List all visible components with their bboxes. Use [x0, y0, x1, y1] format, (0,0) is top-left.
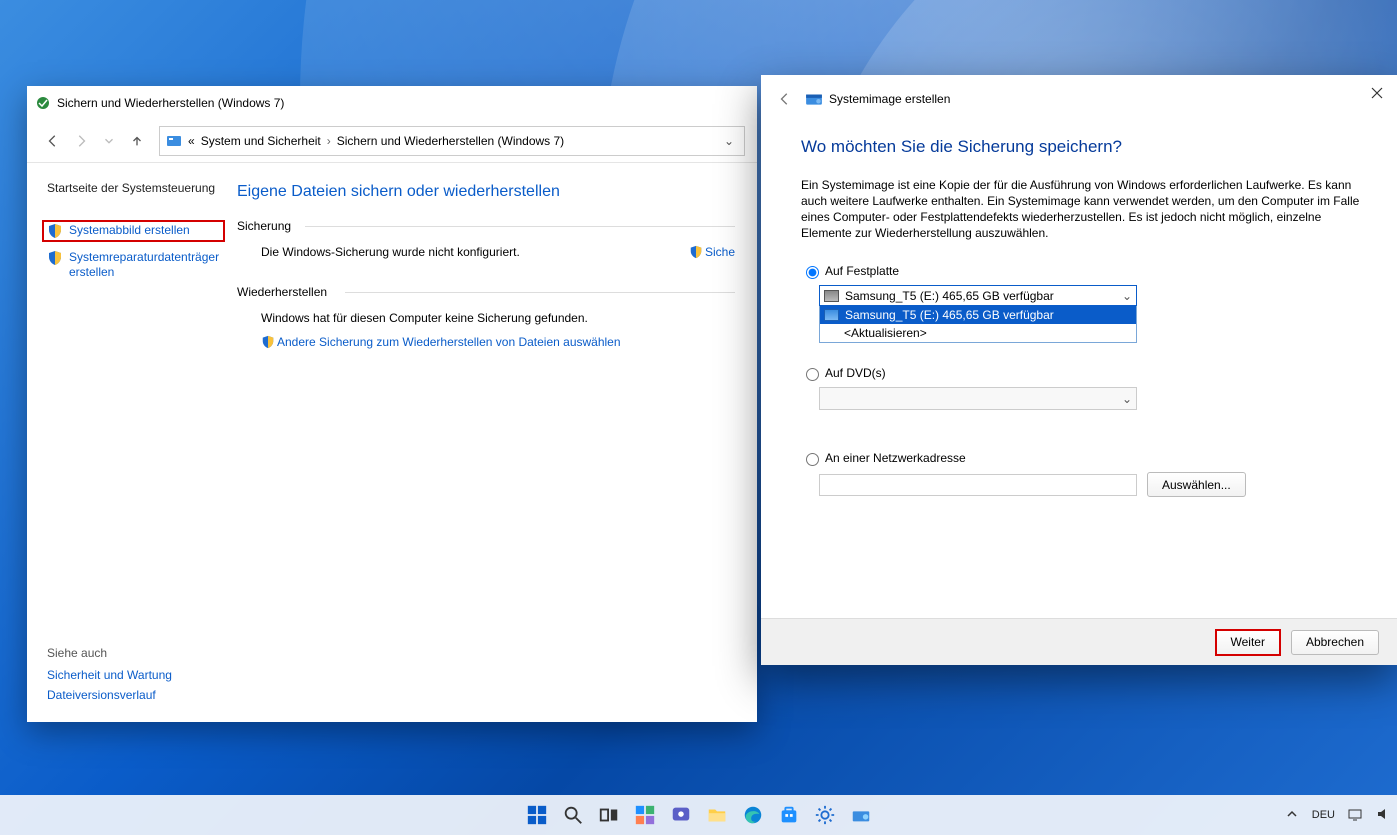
nav-forward-button[interactable]	[67, 127, 95, 155]
see-also-link-1[interactable]: Sicherheit und Wartung	[47, 668, 247, 682]
tray-overflow-button[interactable]	[1284, 806, 1300, 825]
option-network-label: An einer Netzwerkadresse	[825, 451, 966, 465]
browse-button[interactable]: Auswählen...	[1147, 472, 1246, 497]
option-dvd[interactable]: Auf DVD(s)	[801, 365, 1361, 381]
sidebar-create-repair-label: Systemreparaturdatenträger erstellen	[69, 250, 219, 280]
settings-button[interactable]	[812, 802, 838, 828]
sidebar-home-link[interactable]: Startseite der Systemsteuerung	[47, 181, 225, 196]
control-panel-window: Sichern und Wiederherstellen (Windows 7)…	[27, 86, 757, 722]
taskbar-center	[524, 802, 874, 828]
cancel-button-label: Abbrechen	[1306, 635, 1364, 649]
option-harddisk[interactable]: Auf Festplatte	[801, 263, 1361, 279]
harddisk-combo-value: Samsung_T5 (E:) 465,65 GB verfügbar	[845, 289, 1054, 303]
create-system-image-wizard: Systemimage erstellen Wo möchten Sie die…	[761, 75, 1397, 665]
sidebar-create-image-label: Systemabbild erstellen	[69, 223, 190, 238]
task-view-button[interactable]	[596, 802, 622, 828]
nav-back-button[interactable]	[39, 127, 67, 155]
chevron-down-icon: ⌄	[1122, 392, 1132, 406]
main-content: Eigene Dateien sichern oder wiederherste…	[237, 163, 757, 723]
wizard-footer: Weiter Abbrechen	[761, 618, 1397, 665]
group-restore-label: Wiederherstellen	[237, 285, 735, 299]
combo-item-drive[interactable]: Samsung_T5 (E:) 465,65 GB verfügbar	[820, 306, 1136, 324]
setup-backup-link[interactable]: Siche	[689, 245, 735, 259]
widgets-button[interactable]	[632, 802, 658, 828]
breadcrumb-segment-1[interactable]: System und Sicherheit	[201, 134, 321, 148]
nav-up-button[interactable]	[123, 127, 151, 155]
harddisk-combo[interactable]: Samsung_T5 (E:) 465,65 GB verfügbar ⌄	[819, 285, 1137, 306]
option-dvd-radio[interactable]	[806, 368, 819, 381]
store-button[interactable]	[776, 802, 802, 828]
see-also-section: Siehe auch Sicherheit und Wartung Dateiv…	[47, 646, 247, 708]
see-also-header: Siehe auch	[47, 646, 247, 660]
shield-icon	[47, 223, 63, 239]
see-also-link-2[interactable]: Dateiversionsverlauf	[47, 688, 247, 702]
nav-toolbar: « System und Sicherheit › Sichern und Wi…	[27, 119, 757, 163]
option-harddisk-radio[interactable]	[806, 266, 819, 279]
control-panel-icon	[166, 133, 182, 149]
wizard-heading: Wo möchten Sie die Sicherung speichern?	[801, 137, 1361, 157]
shield-icon	[689, 245, 703, 259]
address-bar[interactable]: « System und Sicherheit › Sichern und Wi…	[159, 126, 745, 156]
group-backup-label: Sicherung	[237, 219, 735, 233]
window-title: Sichern und Wiederherstellen (Windows 7)	[57, 96, 284, 110]
option-network[interactable]: An einer Netzwerkadresse	[801, 450, 1361, 466]
dvd-combo[interactable]: ⌄	[819, 387, 1137, 410]
harddisk-combo-list: Samsung_T5 (E:) 465,65 GB verfügbar <Akt…	[819, 306, 1137, 343]
next-button[interactable]: Weiter	[1215, 629, 1281, 656]
sidebar-home-label: Startseite der Systemsteuerung	[47, 181, 215, 196]
close-button[interactable]	[1363, 81, 1391, 105]
drive-icon	[824, 290, 839, 302]
window-titlebar[interactable]: Sichern und Wiederherstellen (Windows 7)	[27, 86, 757, 119]
combo-item-drive-label: Samsung_T5 (E:) 465,65 GB verfügbar	[845, 308, 1054, 322]
tray-network-icon[interactable]	[1347, 806, 1363, 825]
language-indicator[interactable]: DEU	[1312, 809, 1335, 821]
backup-status-text: Die Windows-Sicherung wurde nicht konfig…	[261, 245, 520, 259]
choose-other-backup-label: Andere Sicherung zum Wiederherstellen vo…	[277, 335, 621, 349]
shield-icon	[261, 335, 275, 349]
backup-app-button[interactable]	[848, 802, 874, 828]
search-button[interactable]	[560, 802, 586, 828]
setup-backup-label: Siche	[705, 245, 735, 259]
wizard-back-button[interactable]	[775, 89, 795, 109]
restore-status-text: Windows hat für diesen Computer keine Si…	[261, 311, 735, 325]
chevron-down-icon: ⌄	[1122, 289, 1132, 303]
wizard-title: Systemimage erstellen	[829, 92, 950, 106]
combo-item-refresh[interactable]: <Aktualisieren>	[820, 324, 1136, 342]
breadcrumb-chevron-icon[interactable]: ›	[327, 134, 331, 148]
taskbar: DEU	[0, 795, 1397, 835]
browse-button-label: Auswählen...	[1162, 478, 1231, 492]
option-dvd-label: Auf DVD(s)	[825, 366, 886, 380]
edge-button[interactable]	[740, 802, 766, 828]
option-network-radio[interactable]	[806, 453, 819, 466]
breadcrumb-prefix: «	[188, 134, 195, 148]
next-button-label: Weiter	[1231, 635, 1265, 649]
combo-item-refresh-label: <Aktualisieren>	[844, 326, 927, 340]
network-path-input[interactable]	[819, 474, 1137, 496]
address-dropdown-icon[interactable]: ⌄	[720, 134, 738, 148]
breadcrumb-segment-2[interactable]: Sichern und Wiederherstellen (Windows 7)	[337, 134, 564, 148]
start-button[interactable]	[524, 802, 550, 828]
choose-other-backup-link[interactable]: Andere Sicherung zum Wiederherstellen vo…	[261, 335, 621, 349]
system-tray: DEU	[1284, 806, 1391, 825]
wizard-description: Ein Systemimage ist eine Kopie der für d…	[801, 177, 1361, 241]
drive-icon	[824, 309, 839, 321]
wizard-header: Systemimage erstellen	[761, 75, 1397, 113]
sidebar: Startseite der Systemsteuerung Systemabb…	[27, 163, 237, 723]
shield-icon	[47, 250, 63, 266]
backup-icon	[35, 95, 51, 111]
system-image-icon	[805, 90, 823, 108]
teams-button[interactable]	[668, 802, 694, 828]
sidebar-create-image-link[interactable]: Systemabbild erstellen	[42, 220, 225, 242]
explorer-button[interactable]	[704, 802, 730, 828]
page-heading: Eigene Dateien sichern oder wiederherste…	[237, 183, 735, 201]
sidebar-create-repair-link[interactable]: Systemreparaturdatenträger erstellen	[47, 250, 217, 280]
cancel-button[interactable]: Abbrechen	[1291, 630, 1379, 655]
nav-recent-button[interactable]	[95, 127, 123, 155]
option-harddisk-label: Auf Festplatte	[825, 264, 899, 278]
tray-volume-icon[interactable]	[1375, 806, 1391, 825]
